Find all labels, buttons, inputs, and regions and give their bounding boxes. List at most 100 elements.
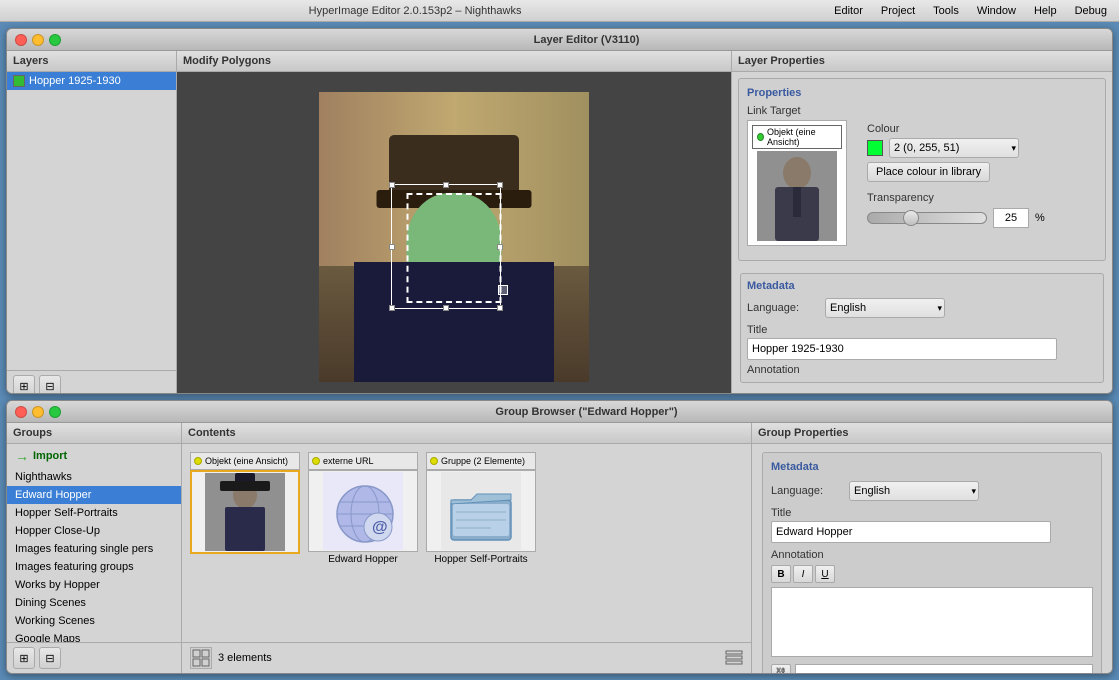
content-item-2-thumb-wrapper bbox=[426, 470, 536, 552]
gp-annotation-label: Annotation bbox=[771, 549, 1093, 561]
content-item-0-text: Objekt (eine Ansicht) bbox=[205, 456, 288, 466]
group-item-7[interactable]: Dining Scenes bbox=[7, 594, 181, 612]
minimize-button[interactable] bbox=[32, 34, 44, 46]
layer-properties-panel: Layer Properties Properties Link Target bbox=[732, 51, 1112, 394]
layer-item-0[interactable]: Hopper 1925-1930 bbox=[7, 72, 176, 90]
group-add-button[interactable]: ⊞ bbox=[13, 647, 35, 669]
menu-editor[interactable]: Editor bbox=[826, 3, 871, 19]
group-item-5[interactable]: Images featuring groups bbox=[7, 558, 181, 576]
group-item-1[interactable]: Edward Hopper bbox=[7, 486, 181, 504]
main-container: Layer Editor (V3110) Layers Hopper 1925-… bbox=[0, 22, 1119, 680]
layer-remove-button[interactable]: ⊟ bbox=[39, 375, 61, 394]
gp-language-select[interactable]: English bbox=[849, 481, 979, 501]
contents-panel-title: Contents bbox=[182, 423, 751, 444]
annotation-link-row: ⛓ bbox=[771, 664, 1093, 674]
group-item-0[interactable]: Nighthawks bbox=[7, 468, 181, 486]
chain-link-icon[interactable]: ⛓ bbox=[771, 664, 791, 674]
content-item-0-thumb bbox=[192, 472, 298, 552]
gb-traffic-lights bbox=[15, 406, 61, 418]
underline-icon: U bbox=[821, 569, 828, 580]
group-item-8[interactable]: Working Scenes bbox=[7, 612, 181, 630]
link-url-input[interactable] bbox=[795, 664, 1093, 674]
underline-button[interactable]: U bbox=[815, 565, 835, 583]
gp-language-select-wrapper: English bbox=[849, 481, 979, 501]
list-view-icon[interactable] bbox=[725, 648, 743, 669]
app-title: HyperImage Editor 2.0.153p2 – Nighthawks bbox=[4, 5, 826, 17]
title-input[interactable] bbox=[747, 338, 1057, 360]
group-item-4[interactable]: Images featuring single pers bbox=[7, 540, 181, 558]
close-button[interactable] bbox=[15, 34, 27, 46]
content-item-1-caption: Edward Hopper bbox=[328, 554, 397, 565]
elements-count: 3 elements bbox=[218, 652, 272, 664]
language-row: Language: English bbox=[747, 298, 1097, 318]
menu-project[interactable]: Project bbox=[873, 3, 923, 19]
layers-list: Hopper 1925-1930 bbox=[7, 72, 176, 370]
import-arrow-icon: → bbox=[15, 448, 29, 464]
menu-window[interactable]: Window bbox=[969, 3, 1024, 19]
group-remove-button[interactable]: ⊟ bbox=[39, 647, 61, 669]
link-target-row: Link Target Objekt (eine Ansicht) bbox=[747, 105, 1097, 246]
layer-add-button[interactable]: ⊞ bbox=[13, 375, 35, 394]
percent-label: % bbox=[1035, 212, 1045, 224]
groups-panel-title: Groups bbox=[7, 423, 181, 444]
place-colour-button[interactable]: Place colour in library bbox=[867, 162, 990, 182]
layer-editor-content: Layers Hopper 1925-1930 ⊞ ⊟ bbox=[7, 51, 1112, 394]
content-0-svg bbox=[205, 473, 285, 551]
italic-button[interactable]: I bbox=[793, 565, 813, 583]
content-item-1[interactable]: externe URL bbox=[308, 452, 418, 565]
content-item-2-thumb bbox=[427, 471, 535, 551]
gp-title-input[interactable] bbox=[771, 521, 1051, 543]
gb-close-button[interactable] bbox=[15, 406, 27, 418]
content-item-1-label: externe URL bbox=[308, 452, 418, 470]
group-item-3[interactable]: Hopper Close-Up bbox=[7, 522, 181, 540]
content-item-2-label: Gruppe (2 Elemente) bbox=[426, 452, 536, 470]
import-button[interactable]: → Import bbox=[7, 444, 181, 468]
content-item-0-label: Objekt (eine Ansicht) bbox=[190, 452, 300, 470]
menu-help[interactable]: Help bbox=[1026, 3, 1065, 19]
language-select[interactable]: English bbox=[825, 298, 945, 318]
gp-title-label: Title bbox=[771, 507, 1093, 519]
menu-tools[interactable]: Tools bbox=[925, 3, 967, 19]
link-target-box[interactable]: Objekt (eine Ansicht) bbox=[747, 120, 847, 246]
group-item-9[interactable]: Google Maps bbox=[7, 630, 181, 642]
properties-section-title: Properties bbox=[747, 87, 1097, 99]
content-item-2[interactable]: Gruppe (2 Elemente) bbox=[426, 452, 536, 565]
content-item-0[interactable]: Objekt (eine Ansicht) bbox=[190, 452, 300, 556]
colour-swatch bbox=[867, 140, 883, 156]
gb-maximize-button[interactable] bbox=[49, 406, 61, 418]
transparency-slider[interactable] bbox=[867, 212, 987, 224]
gp-language-row: Language: English bbox=[771, 481, 1093, 501]
colour-select[interactable]: 2 (0, 255, 51) bbox=[889, 138, 1019, 158]
gb-minimize-button[interactable] bbox=[32, 406, 44, 418]
content-item-2-text: Gruppe (2 Elemente) bbox=[441, 456, 525, 466]
annotation-textarea[interactable] bbox=[771, 587, 1093, 657]
group-properties-panel: Group Properties Metadata Language: Engl… bbox=[752, 423, 1112, 673]
menu-debug[interactable]: Debug bbox=[1067, 3, 1115, 19]
grid-icon bbox=[192, 649, 210, 667]
gp-title-section: Title bbox=[771, 507, 1093, 543]
group-item-2[interactable]: Hopper Self-Portraits bbox=[7, 504, 181, 522]
layers-panel-title: Layers bbox=[7, 51, 176, 72]
layer-remove-icon: ⊟ bbox=[45, 380, 54, 393]
painting-canvas[interactable] bbox=[177, 72, 731, 394]
contents-panel: Contents Objekt (eine Ansicht) bbox=[182, 423, 752, 673]
layer-add-icon: ⊞ bbox=[19, 380, 28, 393]
contents-footer: 3 elements bbox=[182, 642, 751, 673]
import-label: Import bbox=[33, 450, 67, 462]
maximize-button[interactable] bbox=[49, 34, 61, 46]
thumbnail-person bbox=[757, 151, 837, 241]
group-browser-titlebar: Group Browser ("Edward Hopper") bbox=[7, 401, 1112, 423]
svg-text:@: @ bbox=[372, 519, 388, 536]
group-browser-window: Group Browser ("Edward Hopper") Groups →… bbox=[6, 400, 1113, 674]
resize-handle[interactable] bbox=[498, 285, 508, 295]
bold-button[interactable]: B bbox=[771, 565, 791, 583]
link-target-item-label: Objekt (eine Ansicht) bbox=[752, 125, 842, 149]
bottom-row: Group Browser ("Edward Hopper") Groups →… bbox=[6, 400, 1113, 674]
content-item-1-thumb: @ bbox=[309, 471, 417, 551]
painting-image bbox=[319, 92, 589, 382]
slider-thumb[interactable] bbox=[903, 210, 919, 226]
transparency-value-input[interactable] bbox=[993, 208, 1029, 228]
elements-icon bbox=[190, 647, 212, 669]
group-props-title: Group Properties bbox=[752, 423, 1112, 444]
group-item-6[interactable]: Works by Hopper bbox=[7, 576, 181, 594]
